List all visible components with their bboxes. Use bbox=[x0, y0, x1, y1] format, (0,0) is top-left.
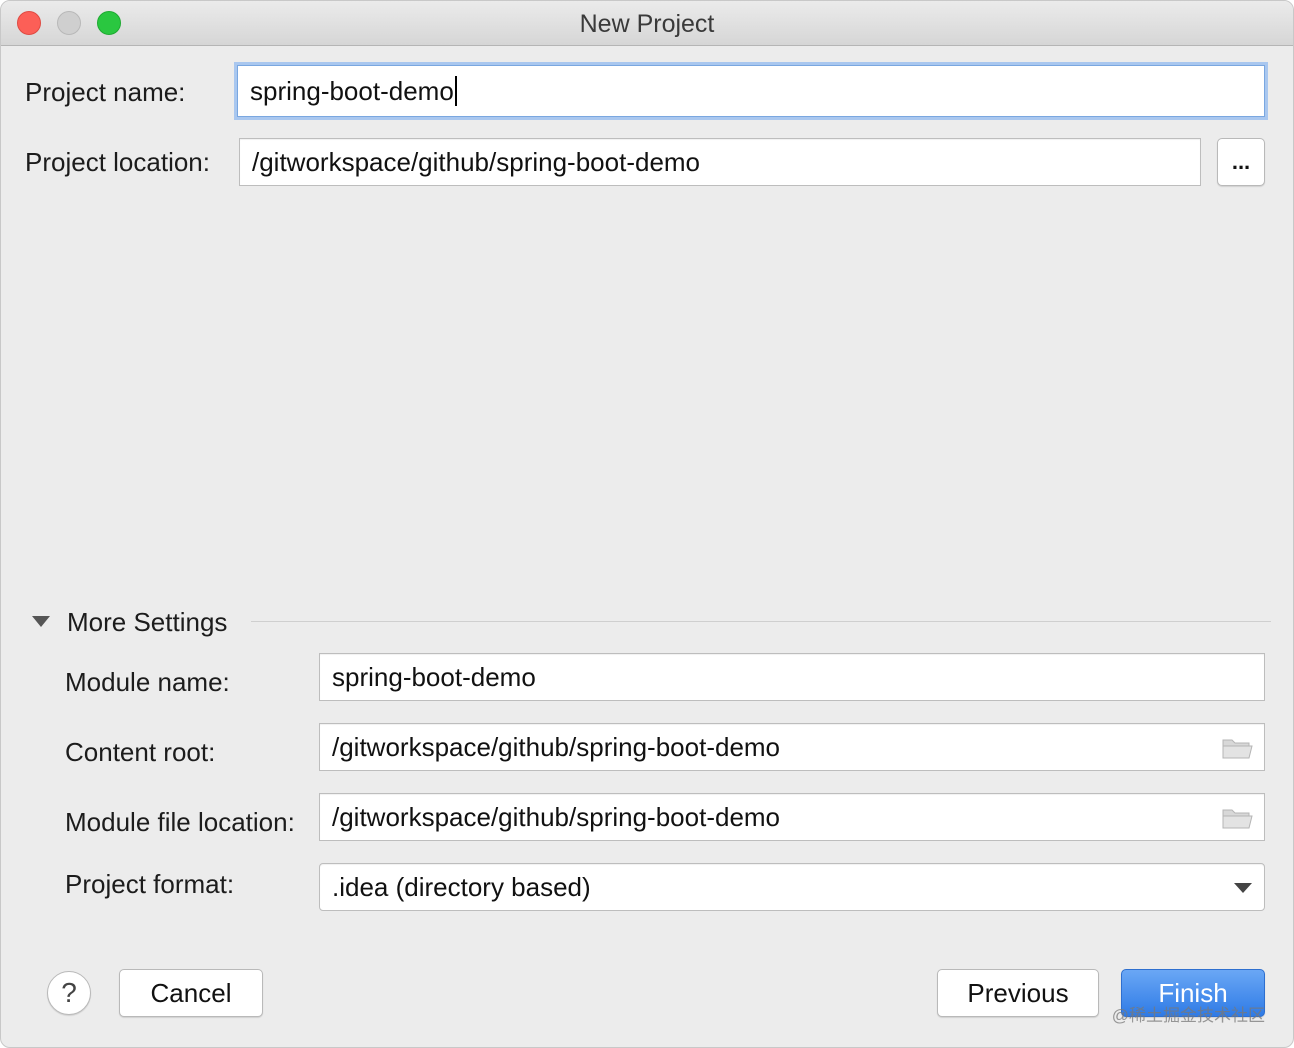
browse-location-button[interactable]: ... bbox=[1217, 138, 1265, 186]
project-location-value: /gitworkspace/github/spring-boot-demo bbox=[252, 146, 701, 177]
module-file-location-label: Module file location: bbox=[65, 807, 295, 837]
chevron-down-icon bbox=[1234, 883, 1252, 893]
title-bar: New Project bbox=[1, 1, 1293, 46]
cancel-button[interactable]: Cancel bbox=[119, 969, 263, 1017]
module-name-value: spring-boot-demo bbox=[332, 661, 536, 692]
content-root-input[interactable]: /gitworkspace/github/spring-boot-demo bbox=[319, 723, 1265, 771]
project-format-select[interactable]: .idea (directory based) bbox=[319, 863, 1265, 911]
module-name-label: Module name: bbox=[65, 667, 230, 697]
previous-button[interactable]: Previous bbox=[937, 969, 1099, 1017]
project-location-input[interactable]: /gitworkspace/github/spring-boot-demo bbox=[239, 138, 1201, 186]
module-name-input[interactable]: spring-boot-demo bbox=[319, 653, 1265, 701]
project-location-label: Project location: bbox=[25, 147, 210, 177]
project-name-value: spring-boot-demo bbox=[250, 75, 454, 106]
module-file-location-input[interactable]: /gitworkspace/github/spring-boot-demo bbox=[319, 793, 1265, 841]
disclosure-triangle-icon[interactable] bbox=[32, 616, 50, 627]
project-name-input[interactable]: spring-boot-demo bbox=[237, 65, 1265, 117]
more-settings-header[interactable]: More Settings bbox=[67, 607, 227, 638]
content-root-value: /gitworkspace/github/spring-boot-demo bbox=[332, 731, 781, 762]
content-root-label: Content root: bbox=[65, 737, 216, 767]
folder-icon[interactable] bbox=[1222, 737, 1254, 759]
module-file-location-value: /gitworkspace/github/spring-boot-demo bbox=[332, 801, 781, 832]
project-format-label: Project format: bbox=[65, 869, 235, 899]
section-divider bbox=[251, 621, 1271, 622]
text-caret bbox=[454, 76, 457, 106]
watermark: @稀土掘金技术社区 bbox=[1111, 1006, 1265, 1025]
project-name-label: Project name: bbox=[25, 77, 186, 107]
folder-icon[interactable] bbox=[1222, 807, 1254, 829]
window-title: New Project bbox=[579, 10, 715, 38]
help-button[interactable]: ? bbox=[47, 971, 91, 1015]
project-format-value: .idea (directory based) bbox=[332, 871, 591, 902]
new-project-dialog: New Project Project name: spring-boot-de… bbox=[0, 0, 1294, 1048]
